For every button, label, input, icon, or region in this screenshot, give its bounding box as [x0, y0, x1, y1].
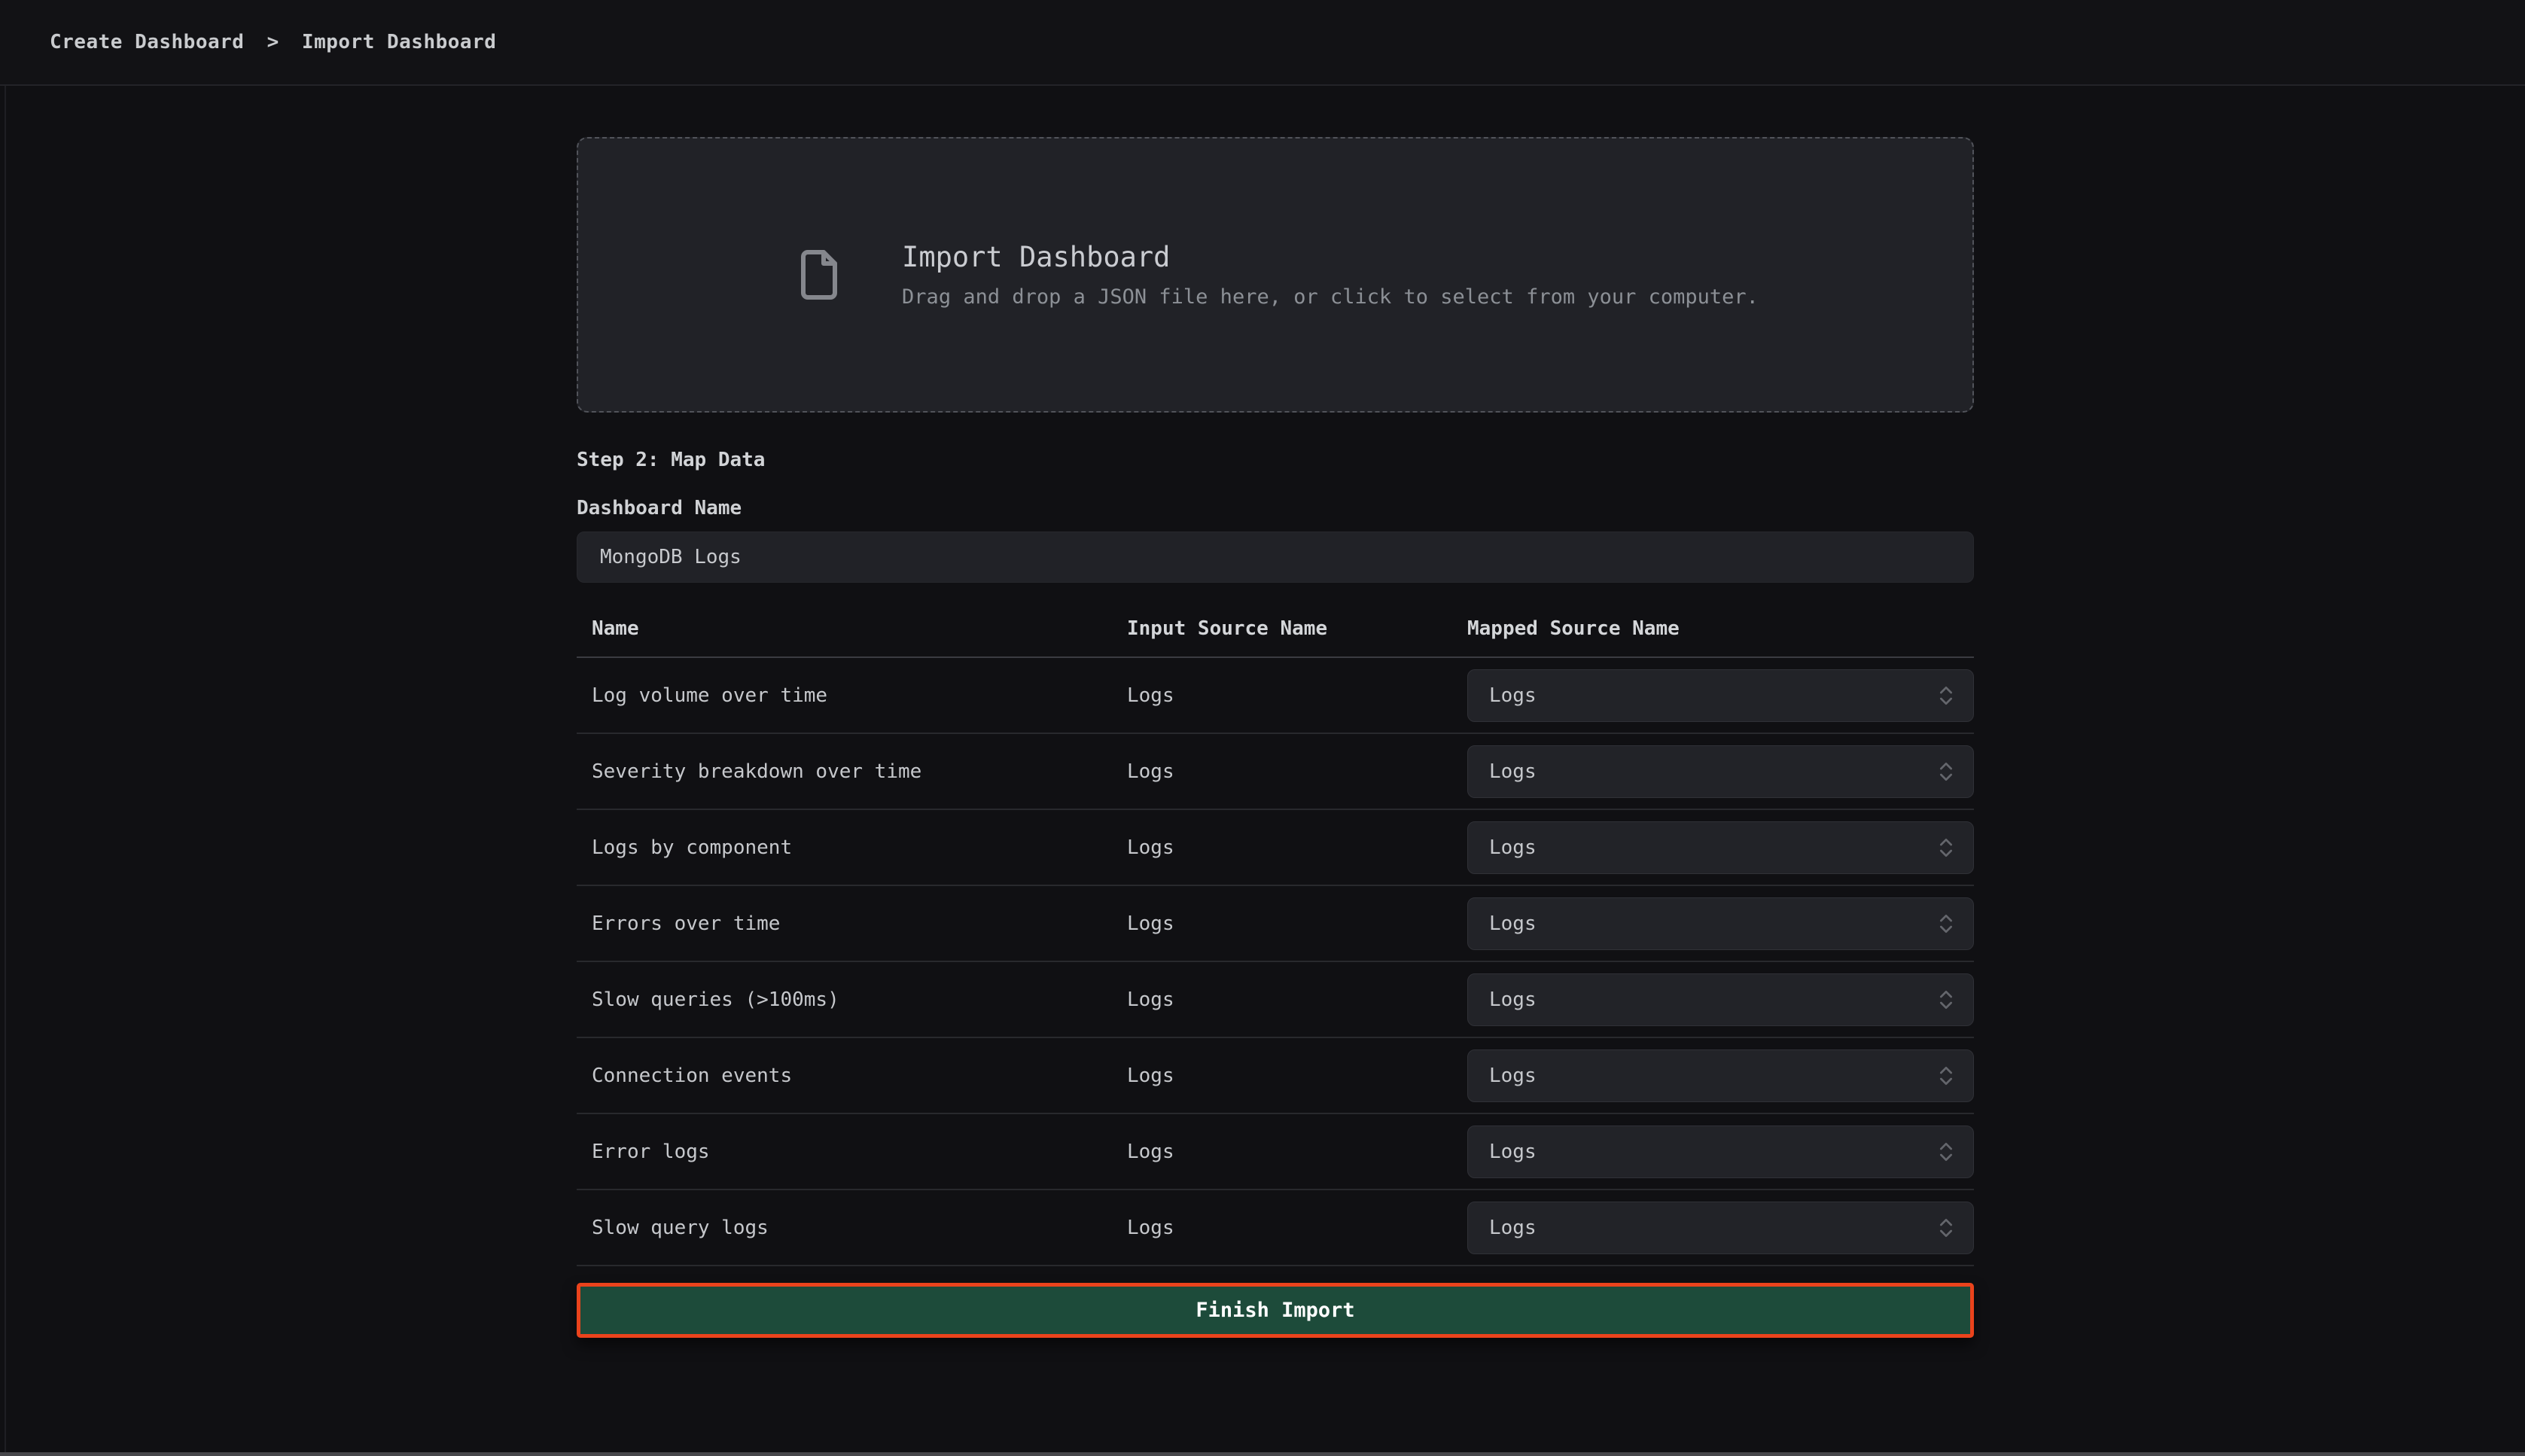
- mapped-source-select[interactable]: Logs: [1467, 669, 1974, 722]
- mapped-source-value: Logs: [1489, 836, 1537, 859]
- table-row: Connection events Logs Logs: [577, 1038, 1974, 1114]
- mapped-source-select[interactable]: Logs: [1467, 897, 1974, 950]
- row-input-source: Logs: [1127, 988, 1467, 1011]
- finish-import-button[interactable]: Finish Import: [577, 1283, 1974, 1338]
- mapped-source-select[interactable]: Logs: [1467, 1202, 1974, 1254]
- mapping-table-header: Name Input Source Name Mapped Source Nam…: [577, 583, 1974, 658]
- file-icon: [792, 242, 846, 308]
- row-name: Slow queries (>100ms): [577, 988, 1127, 1011]
- chevrons-up-down-icon: [1934, 988, 1958, 1012]
- table-row: Severity breakdown over time Logs Logs: [577, 734, 1974, 810]
- mapped-source-value: Logs: [1489, 684, 1537, 707]
- chevrons-up-down-icon: [1934, 760, 1958, 784]
- chevrons-up-down-icon: [1934, 836, 1958, 860]
- mapped-source-select[interactable]: Logs: [1467, 821, 1974, 874]
- row-input-source: Logs: [1127, 1217, 1467, 1239]
- import-dashboard-page: Import Dashboard Drag and drop a JSON fi…: [577, 137, 1974, 1338]
- mapped-source-value: Logs: [1489, 1217, 1537, 1239]
- row-name: Errors over time: [577, 912, 1127, 935]
- column-header-input-source: Input Source Name: [1127, 617, 1467, 640]
- mapped-source-value: Logs: [1489, 988, 1537, 1011]
- dashboard-name-input[interactable]: [577, 532, 1974, 583]
- row-name: Slow query logs: [577, 1217, 1127, 1239]
- breadcrumb: Create Dashboard > Import Dashboard: [50, 31, 496, 53]
- row-name: Logs by component: [577, 836, 1127, 859]
- chevrons-up-down-icon: [1934, 1216, 1958, 1240]
- mapped-source-value: Logs: [1489, 760, 1537, 783]
- dropzone-title: Import Dashboard: [902, 241, 1759, 273]
- table-row: Error logs Logs Logs: [577, 1114, 1974, 1190]
- chevrons-up-down-icon: [1934, 1140, 1958, 1164]
- breadcrumb-create-dashboard[interactable]: Create Dashboard: [50, 31, 244, 53]
- row-input-source: Logs: [1127, 912, 1467, 935]
- mapped-source-select[interactable]: Logs: [1467, 745, 1974, 798]
- mapped-source-select[interactable]: Logs: [1467, 1049, 1974, 1102]
- mapped-source-value: Logs: [1489, 912, 1537, 935]
- column-header-name: Name: [577, 617, 1127, 640]
- row-input-source: Logs: [1127, 1065, 1467, 1087]
- row-input-source: Logs: [1127, 836, 1467, 859]
- table-row: Log volume over time Logs Logs: [577, 658, 1974, 734]
- table-row: Slow query logs Logs Logs: [577, 1190, 1974, 1266]
- dropzone-subtitle: Drag and drop a JSON file here, or click…: [902, 285, 1759, 309]
- mapped-source-select[interactable]: Logs: [1467, 973, 1974, 1026]
- dashboard-name-label: Dashboard Name: [577, 496, 1974, 521]
- top-bar: Create Dashboard > Import Dashboard: [0, 0, 2525, 86]
- row-input-source: Logs: [1127, 1141, 1467, 1163]
- row-name: Connection events: [577, 1065, 1127, 1087]
- table-row: Slow queries (>100ms) Logs Logs: [577, 962, 1974, 1038]
- row-name: Error logs: [577, 1141, 1127, 1163]
- table-row: Errors over time Logs Logs: [577, 886, 1974, 962]
- mapped-source-select[interactable]: Logs: [1467, 1126, 1974, 1178]
- json-file-dropzone[interactable]: Import Dashboard Drag and drop a JSON fi…: [577, 137, 1974, 413]
- chevrons-up-down-icon: [1934, 1064, 1958, 1088]
- bottom-edge-bar: [0, 1452, 2525, 1456]
- row-name: Log volume over time: [577, 684, 1127, 707]
- breadcrumb-separator: >: [267, 31, 279, 53]
- breadcrumb-import-dashboard: Import Dashboard: [302, 31, 496, 53]
- row-input-source: Logs: [1127, 684, 1467, 707]
- step-heading: Step 2: Map Data: [577, 448, 1974, 473]
- row-input-source: Logs: [1127, 760, 1467, 783]
- dropzone-text: Import Dashboard Drag and drop a JSON fi…: [902, 241, 1759, 309]
- mapped-source-value: Logs: [1489, 1141, 1537, 1163]
- table-row: Logs by component Logs Logs: [577, 810, 1974, 886]
- mapped-source-value: Logs: [1489, 1065, 1537, 1087]
- chevrons-up-down-icon: [1934, 684, 1958, 708]
- column-header-mapped-source: Mapped Source Name: [1467, 617, 1974, 640]
- chevrons-up-down-icon: [1934, 912, 1958, 936]
- row-name: Severity breakdown over time: [577, 760, 1127, 783]
- left-edge-divider: [5, 86, 6, 1452]
